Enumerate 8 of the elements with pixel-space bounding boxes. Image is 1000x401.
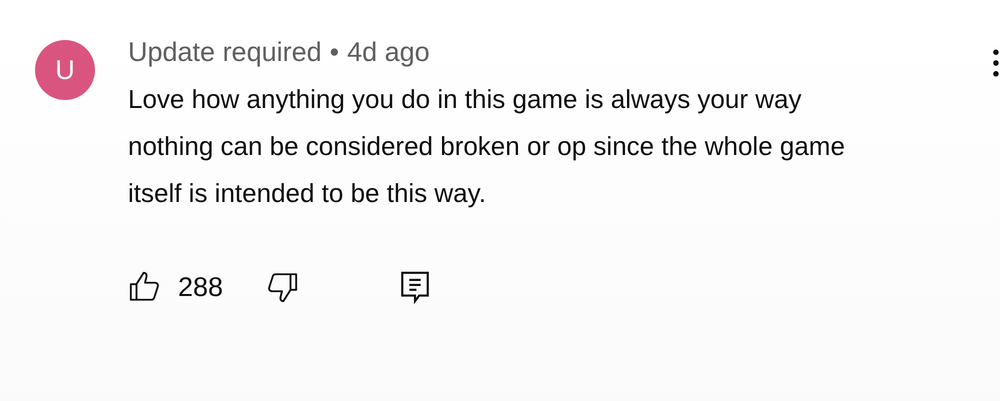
author-name[interactable]: Update required [128,36,322,68]
reply-icon[interactable] [399,270,432,304]
separator: • [330,36,340,68]
more-options-icon[interactable] [992,48,1000,78]
comment-text: Love how anything you do in this game is always your way nothing can be considered broken or op since the whole game itself is intended to be this way. [128,83,846,210]
timestamp: 4d ago [347,36,430,68]
avatar[interactable]: U [35,40,95,100]
like-count: 288 [178,270,224,304]
